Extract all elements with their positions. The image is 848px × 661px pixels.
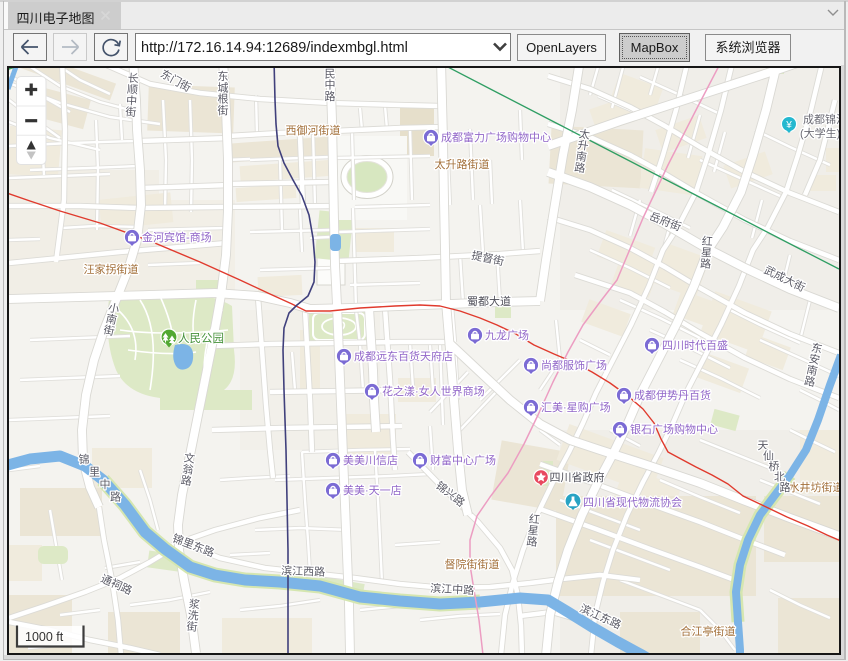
svg-text:四川省现代物流协会: 四川省现代物流协会 — [583, 495, 682, 509]
svg-text:汇美·星购广场: 汇美·星购广场 — [541, 400, 611, 414]
svg-text:人民中路: 人民中路 — [325, 68, 336, 103]
svg-text:四川时代百盛: 四川时代百盛 — [662, 338, 728, 352]
svg-text:汪家拐街道: 汪家拐街道 — [84, 262, 139, 276]
svg-text:路: 路 — [780, 481, 791, 494]
svg-text:财富中心广场: 财富中心广场 — [430, 453, 496, 467]
svg-text:(大学生)宾: (大学生)宾 — [800, 126, 839, 140]
svg-text:成都伊势丹百货: 成都伊势丹百货 — [634, 388, 711, 402]
svg-text:尚都服饰广场: 尚都服饰广场 — [541, 358, 607, 372]
svg-text:银石广场购物中心: 银石广场购物中心 — [630, 422, 718, 436]
svg-text:成都锦江: 成都锦江 — [803, 112, 839, 126]
svg-text:1000 ft: 1000 ft — [25, 630, 64, 644]
svg-text:蜀都大道: 蜀都大道 — [467, 294, 511, 308]
svg-text:太升路街道: 太升路街道 — [435, 157, 490, 171]
svg-text:督院街街道: 督院街街道 — [445, 557, 500, 571]
svg-text:合江亭街道: 合江亭街道 — [681, 624, 736, 638]
svg-text:人民公园: 人民公园 — [178, 332, 224, 345]
svg-text:西御河街道: 西御河街道 — [286, 123, 341, 137]
svg-text:成都富力广场购物中心: 成都富力广场购物中心 — [441, 130, 551, 144]
svg-text:锦: 锦 — [79, 452, 90, 466]
svg-text:里: 里 — [89, 466, 100, 479]
svg-text:四川省政府: 四川省政府 — [550, 470, 605, 484]
svg-text:¥: ¥ — [785, 120, 792, 131]
svg-text:路: 路 — [110, 491, 121, 504]
svg-text:花之漾·女人世界商场: 花之漾·女人世界商场 — [382, 384, 485, 398]
svg-text:滨江西路: 滨江西路 — [281, 563, 325, 579]
svg-text:中: 中 — [100, 478, 111, 491]
svg-text:金河宾馆-商场: 金河宾馆-商场 — [142, 230, 212, 244]
svg-text:美美川信店: 美美川信店 — [343, 453, 398, 467]
svg-text:水井坊街道: 水井坊街道 — [789, 480, 840, 494]
svg-text:成都远东百货天府店: 成都远东百货天府店 — [354, 349, 453, 363]
svg-text:美美·天一店: 美美·天一店 — [343, 483, 402, 497]
svg-text:九龙广场: 九龙广场 — [485, 328, 529, 342]
svg-text:东城根街: 东城根街 — [218, 70, 229, 117]
